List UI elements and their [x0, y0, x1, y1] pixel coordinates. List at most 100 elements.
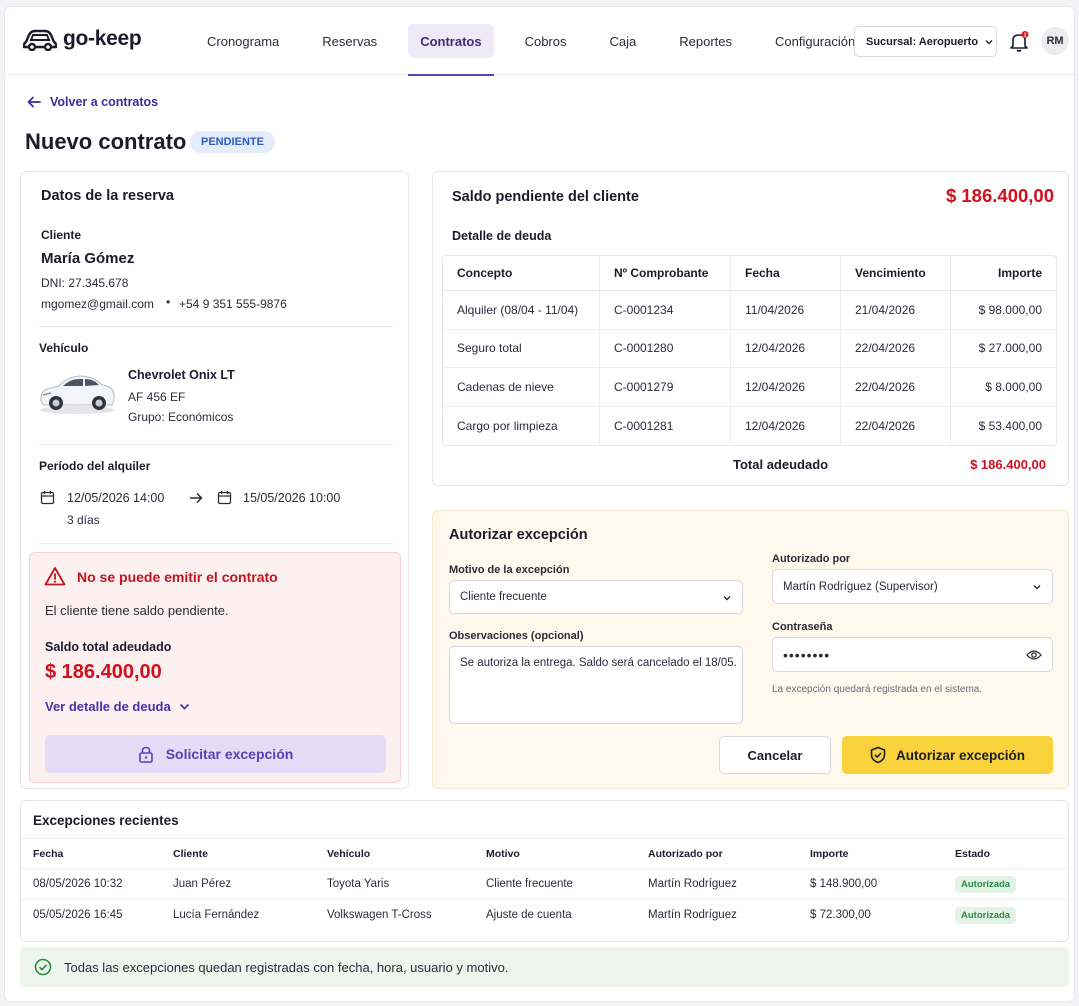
notes-textarea[interactable]: Se autoriza la entrega. Saldo será cance… — [449, 646, 743, 724]
recent-table-header: Fecha Cliente Vehículo Motivo Autorizado… — [21, 838, 1068, 869]
table-cell: Martín Rodríguez — [648, 868, 810, 900]
reservation-card: Datos de la reserva Cliente María Gómez … — [20, 171, 409, 789]
password-input[interactable]: •••••••• — [772, 637, 1053, 672]
vehicle-thumbnail — [40, 375, 115, 414]
back-link-label: Volver a contratos — [50, 95, 159, 109]
debt-card-title: Saldo pendiente del cliente — [452, 189, 639, 205]
request-exception-label: Solicitar excepción — [165, 746, 294, 762]
notes-text: Se autoriza la entrega. Saldo será cance… — [460, 657, 737, 669]
brand-name: go-keep — [63, 27, 142, 50]
table-cell: $ 8.000,00 — [950, 368, 1056, 407]
table-row[interactable]: 08/05/2026 10:32 Juan Pérez Toyota Yaris… — [21, 868, 1068, 900]
table-cell: $ 27.000,00 — [950, 329, 1056, 368]
authorized-by-label: Autorizado por — [772, 553, 851, 565]
nav-item-caja[interactable]: Caja — [598, 24, 649, 58]
authorize-exception-card: Autorizar excepción Motivo de la excepci… — [432, 510, 1069, 789]
authorize-exception-button[interactable]: Autorizar excepción — [842, 736, 1053, 774]
shield-check-icon — [870, 746, 886, 764]
table-row: Alquiler (08/04 - 11/04) C-0001234 11/04… — [443, 291, 1056, 330]
table-cell: Cargo por limpieza — [457, 418, 558, 433]
table-cell: Autorizada — [955, 900, 1068, 931]
lock-icon — [138, 746, 153, 763]
table-row[interactable]: 05/05/2026 16:45 Lucía Fernández Volkswa… — [21, 900, 1068, 931]
column-header: Importe — [950, 256, 1056, 291]
table-cell: Volkswagen T-Cross — [327, 909, 432, 922]
table-row: Cargo por limpieza C-0001281 12/04/2026 … — [443, 406, 1056, 445]
nav-item-reservas[interactable]: Reservas — [310, 24, 389, 58]
alert-message: El cliente tiene saldo pendiente. — [45, 603, 229, 618]
column-header: Fecha — [730, 256, 840, 291]
reservation-card-title: Datos de la reserva — [41, 188, 174, 204]
vehicle-name: Chevrolet Onix LT — [128, 368, 235, 382]
top-navigation-bar: go-keep Cronograma Reservas Contratos Co… — [5, 7, 1074, 76]
calendar-icon — [217, 491, 232, 505]
total-owed-label: Saldo total adeudado — [45, 640, 172, 654]
alert-title: No se puede emitir el contrato — [77, 569, 278, 585]
divider — [39, 543, 393, 544]
divider — [39, 444, 393, 445]
table-cell: C-0001234 — [599, 291, 730, 330]
branch-select[interactable]: Sucursal: Aeropuerto — [854, 26, 997, 57]
column-header: Cliente — [173, 838, 327, 869]
notifications-button[interactable]: 1 — [1009, 31, 1029, 53]
status-badge: Autorizada — [955, 875, 1017, 893]
table-cell: 11/04/2026 — [730, 291, 840, 330]
table-cell: Seguro total — [443, 330, 599, 368]
column-header: Vehículo — [327, 838, 486, 869]
page-title: Nuevo contrato — [25, 129, 187, 154]
nav-item-reportes[interactable]: Reportes — [667, 24, 744, 58]
cancel-button[interactable]: Cancelar — [719, 736, 831, 774]
rental-end: 15/05/2026 10:00 — [243, 491, 341, 505]
request-exception-button[interactable]: Solicitar excepción — [45, 735, 386, 773]
table-cell: 21/04/2026 — [840, 291, 950, 330]
nav-item-cronograma[interactable]: Cronograma — [195, 24, 291, 58]
password-value: •••••••• — [783, 646, 831, 663]
rental-period-label: Período del alquiler — [39, 459, 151, 473]
eye-icon[interactable] — [1026, 649, 1042, 661]
notes-label: Observaciones (opcional) — [449, 630, 584, 642]
column-header: Motivo — [486, 838, 648, 869]
main-nav: Cronograma Reservas Contratos Cobros Caj… — [195, 24, 886, 76]
nav-item-cobros[interactable]: Cobros — [513, 24, 579, 58]
password-label: Contraseña — [772, 621, 833, 633]
view-debt-detail-link[interactable]: Ver detalle de deuda — [45, 699, 190, 714]
rental-start: 12/05/2026 14:00 — [67, 491, 165, 505]
debt-detail-subtitle: Detalle de deuda — [452, 229, 552, 243]
arrow-left-icon — [27, 96, 41, 108]
car-logo-icon — [23, 29, 57, 51]
table-cell: 22/04/2026 — [840, 329, 950, 368]
bell-icon: 1 — [1010, 31, 1029, 52]
vehicle-label: Vehículo — [39, 341, 89, 355]
total-owed-label: Total adeudado — [733, 457, 829, 472]
arrow-right-icon — [190, 492, 203, 504]
table-cell: Alquiler (08/04 - 11/04) — [443, 291, 599, 330]
column-header: Vencimiento — [840, 256, 950, 291]
client-phone: +54 9 351 555-9876 — [179, 297, 287, 311]
table-cell: $ 148.900,00 — [810, 868, 955, 900]
table-cell: $ 72.300,00 — [810, 909, 871, 922]
table-cell: Cadenas de nieve — [443, 368, 599, 407]
authorized-by-select[interactable]: Martín Rodríguez (Supervisor) — [772, 569, 1053, 604]
chevron-down-icon — [1033, 585, 1041, 590]
vehicle-plate: AF 456 EF — [128, 390, 186, 404]
table-cell: 22/04/2026 — [840, 368, 950, 407]
reason-label: Motivo de la excepción — [449, 564, 570, 576]
column-header: Estado — [955, 838, 1068, 869]
back-to-contracts-link[interactable]: Volver a contratos — [27, 95, 158, 109]
brand-logo[interactable]: go-keep — [23, 27, 142, 51]
column-header: Nº Comprobante — [599, 256, 730, 291]
reason-select[interactable]: Cliente frecuente — [449, 580, 743, 614]
warning-icon — [44, 567, 66, 586]
column-header: Autorizado por — [648, 838, 810, 869]
user-avatar[interactable]: RM — [1041, 27, 1069, 55]
client-email: mgomez@gmail.com — [41, 297, 154, 311]
nav-item-contratos[interactable]: Contratos — [408, 24, 494, 76]
client-debt-card: Saldo pendiente del cliente $ 186.400,00… — [432, 171, 1069, 486]
check-circle-icon — [34, 958, 52, 976]
audit-info-text: Todas las excepciones quedan registradas… — [64, 959, 509, 975]
table-cell: Autorizada — [955, 868, 1068, 900]
calendar-icon — [40, 491, 55, 505]
table-cell: C-0001279 — [599, 368, 730, 407]
nav-item-configuracion[interactable]: Configuración — [763, 24, 867, 58]
table-cell: Lucía Fernández — [173, 909, 260, 922]
